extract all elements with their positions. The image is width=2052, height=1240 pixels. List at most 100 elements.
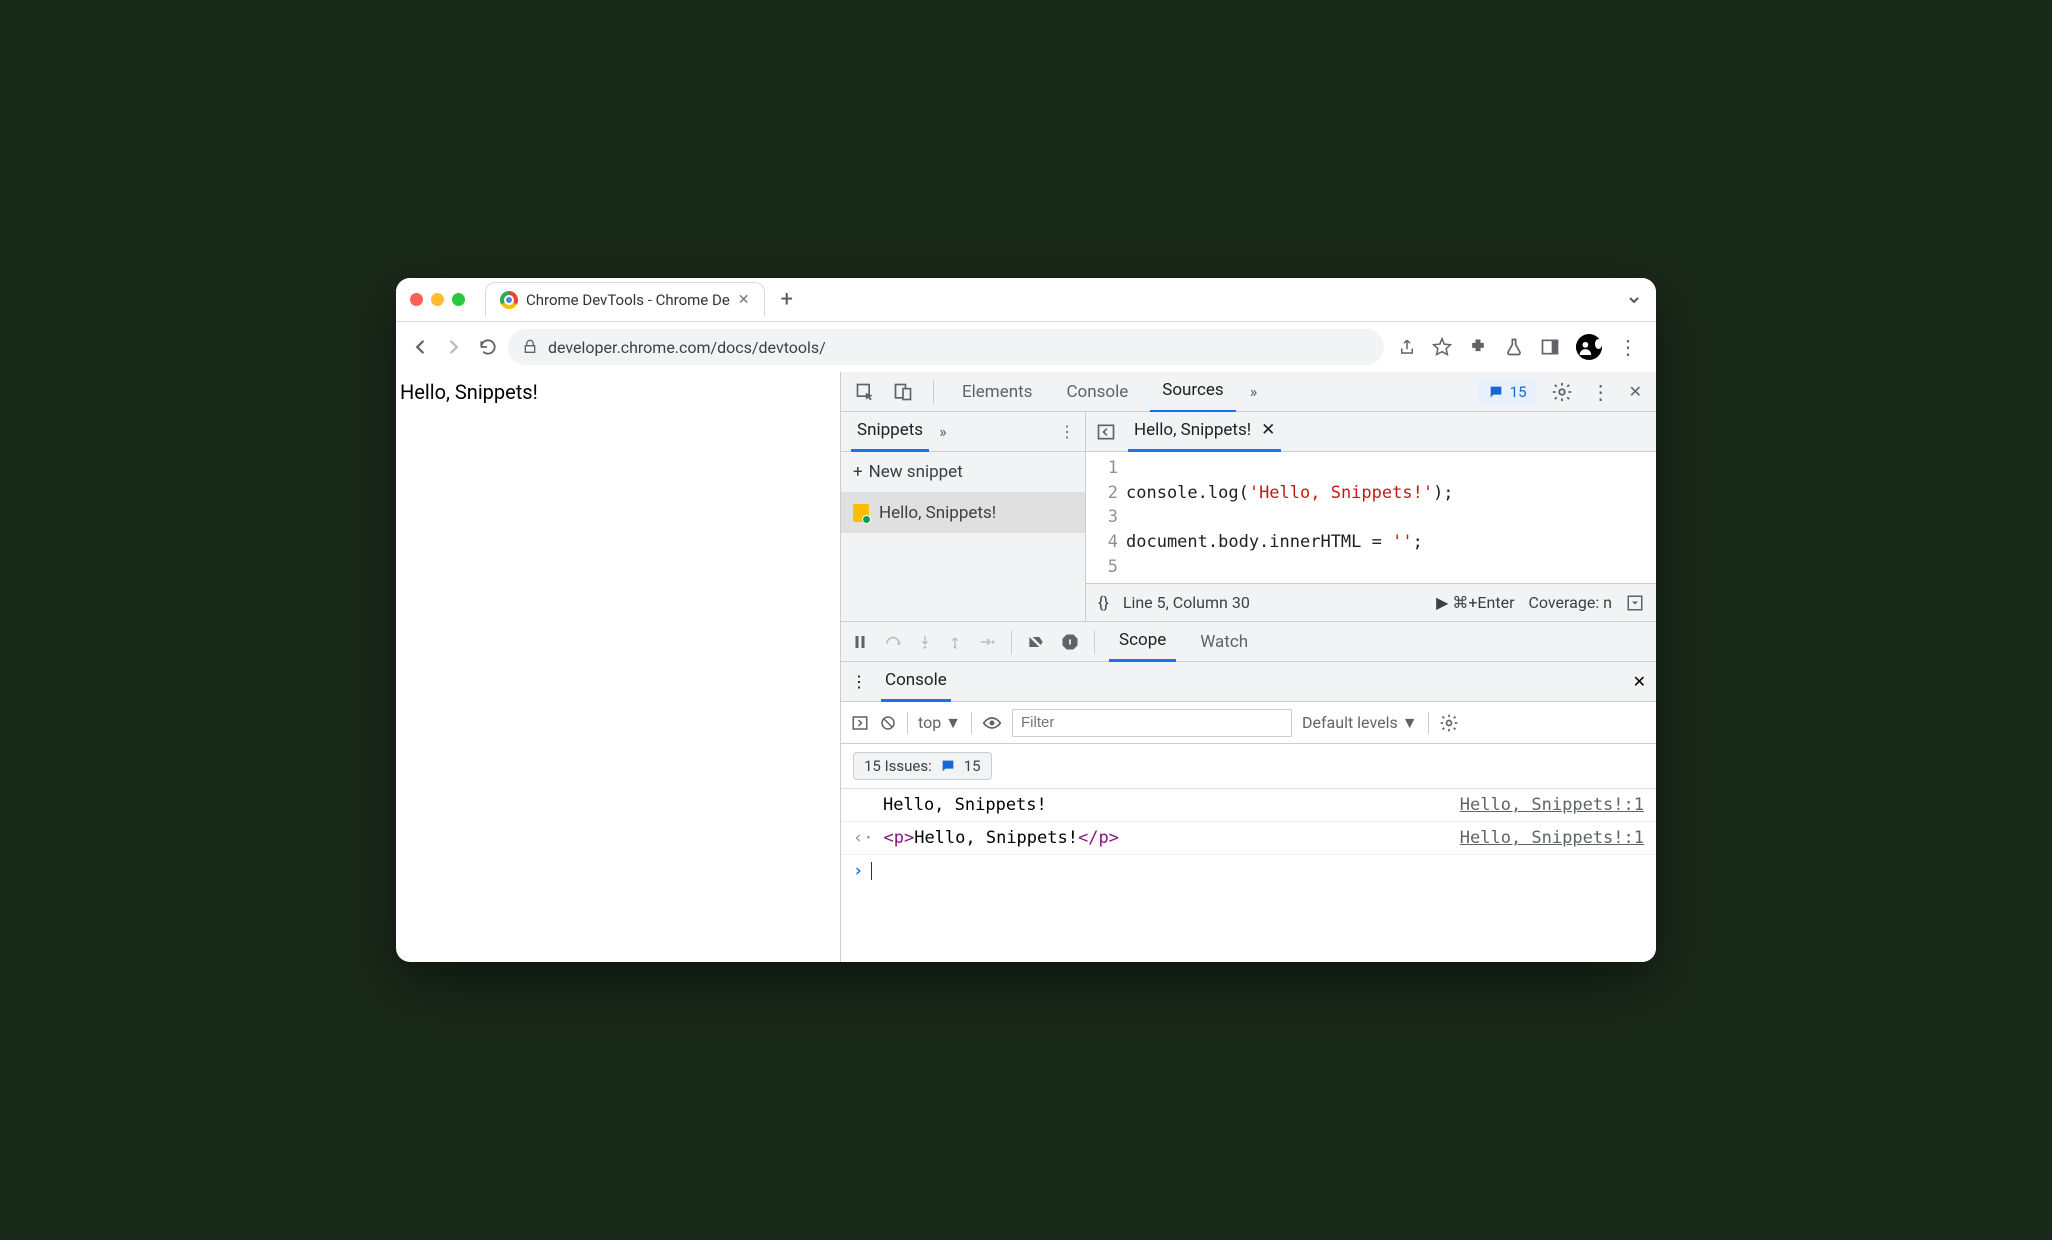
close-window-button[interactable] (410, 293, 423, 306)
return-arrow-icon: ‹· (853, 828, 873, 848)
share-icon[interactable] (1398, 338, 1416, 356)
titlebar: Chrome DevTools - Chrome De ✕ + (396, 278, 1656, 322)
editor-tabs: Hello, Snippets! ✕ (1086, 412, 1656, 452)
extensions-icon[interactable] (1468, 337, 1488, 357)
page-viewport: Hello, Snippets! (396, 372, 841, 962)
console-row[interactable]: ‹· <p>Hello, Snippets!</p> Hello, Snippe… (841, 822, 1656, 855)
deactivate-breakpoints-icon[interactable] (1026, 632, 1046, 652)
tab-title: Chrome DevTools - Chrome De (526, 291, 730, 309)
reload-button[interactable] (474, 333, 502, 361)
more-tabs-icon[interactable]: » (1246, 382, 1262, 401)
close-drawer-icon[interactable]: ✕ (1633, 672, 1646, 691)
url-text: developer.chrome.com/docs/devtools/ (548, 338, 826, 357)
console-sidebar-toggle-icon[interactable] (851, 714, 869, 732)
lock-icon (522, 339, 538, 355)
maximize-window-button[interactable] (452, 293, 465, 306)
step-over-icon[interactable] (883, 633, 903, 651)
prompt-chevron-icon: › (853, 861, 863, 881)
forward-button[interactable] (440, 333, 468, 361)
star-icon[interactable] (1432, 337, 1452, 357)
close-tab-icon[interactable]: ✕ (738, 292, 750, 308)
tab-elements[interactable]: Elements (950, 372, 1044, 412)
pause-on-exceptions-icon[interactable] (1060, 632, 1080, 652)
snippet-file-icon (853, 504, 869, 522)
sources-sidebar: Snippets » + New snippet Hello, Snippets… (841, 412, 1086, 621)
tab-watch[interactable]: Watch (1190, 623, 1258, 661)
sidebar-menu-icon[interactable] (1059, 422, 1075, 441)
new-tab-button[interactable]: + (771, 287, 803, 312)
live-expression-icon[interactable] (982, 716, 1002, 730)
step-into-icon[interactable] (917, 633, 933, 651)
address-bar[interactable]: developer.chrome.com/docs/devtools/ (508, 329, 1384, 365)
dropdown-icon[interactable] (1626, 594, 1644, 612)
tab-console[interactable]: Console (1054, 372, 1140, 412)
filter-input[interactable] (1012, 709, 1292, 737)
inspect-icon[interactable] (851, 382, 879, 402)
log-levels-selector[interactable]: Default levels ▼ (1302, 713, 1418, 733)
device-toggle-icon[interactable] (889, 382, 917, 402)
debugger-toolbar: Scope Watch (841, 622, 1656, 662)
settings-icon[interactable] (1547, 381, 1577, 403)
traffic-lights (410, 293, 465, 306)
source-link[interactable]: Hello, Snippets!:1 (1460, 795, 1644, 815)
editor-file-tab[interactable]: Hello, Snippets! ✕ (1128, 411, 1281, 452)
back-button[interactable] (406, 333, 434, 361)
console-toolbar: top ▼ Default levels ▼ (841, 702, 1656, 744)
issues-chip[interactable]: 15 Issues: 15 (853, 752, 992, 780)
source-link[interactable]: Hello, Snippets!:1 (1460, 828, 1644, 848)
sidebar-more-icon[interactable]: » (939, 422, 947, 441)
profile-avatar-icon[interactable] (1576, 334, 1602, 360)
console-prompt[interactable]: › (841, 855, 1656, 887)
issues-badge[interactable]: 15 (1478, 379, 1537, 405)
minimize-window-button[interactable] (431, 293, 444, 306)
tab-sources[interactable]: Sources (1150, 370, 1235, 413)
console-drawer-tab[interactable]: Console (881, 661, 951, 702)
step-out-icon[interactable] (947, 633, 963, 651)
close-file-icon[interactable]: ✕ (1261, 420, 1275, 440)
console-settings-icon[interactable] (1439, 713, 1459, 733)
clear-console-icon[interactable] (879, 714, 897, 732)
sources-body: Snippets » + New snippet Hello, Snippets… (841, 412, 1656, 622)
console-output: Hello, Snippets! Hello, Snippets!:1 ‹· <… (841, 789, 1656, 887)
cursor-position: Line 5, Column 30 (1123, 593, 1250, 612)
content-area: Hello, Snippets! Elements Console Source… (396, 372, 1656, 962)
pretty-print-icon[interactable]: {} (1098, 593, 1109, 612)
toolbar: developer.chrome.com/docs/devtools/ (396, 322, 1656, 372)
new-snippet-button[interactable]: + New snippet (841, 452, 1085, 493)
code-lines: console.log('Hello, Snippets!'); documen… (1126, 456, 1656, 579)
console-header: Console ✕ (841, 662, 1656, 702)
plus-icon: + (853, 462, 863, 482)
context-selector[interactable]: top ▼ (918, 713, 961, 733)
code-editor: Hello, Snippets! ✕ 12345 console.log('He… (1086, 412, 1656, 621)
devtools-menu-icon[interactable] (1587, 380, 1615, 404)
tab-scope[interactable]: Scope (1109, 621, 1176, 662)
coverage-status[interactable]: Coverage: n (1528, 593, 1612, 612)
cursor (871, 862, 872, 880)
toolbar-actions (1390, 334, 1646, 360)
menu-icon[interactable] (1618, 335, 1638, 359)
chrome-icon (500, 291, 518, 309)
console-row[interactable]: Hello, Snippets! Hello, Snippets!:1 (841, 789, 1656, 822)
console-drawer: Console ✕ top ▼ Default levels ▼ (841, 662, 1656, 962)
tab-snippets[interactable]: Snippets (851, 411, 929, 452)
console-menu-icon[interactable] (851, 672, 867, 691)
run-snippet-button[interactable]: ▶ ⌘+Enter (1436, 593, 1514, 612)
toggle-navigator-icon[interactable] (1096, 422, 1116, 442)
sidebar-tabs: Snippets » (841, 412, 1085, 452)
side-panel-icon[interactable] (1540, 337, 1560, 357)
step-icon[interactable] (977, 633, 997, 651)
pause-icon[interactable] (851, 633, 869, 651)
issues-bar: 15 Issues: 15 (841, 744, 1656, 789)
browser-tab[interactable]: Chrome DevTools - Chrome De ✕ (485, 282, 765, 317)
close-devtools-icon[interactable]: ✕ (1625, 382, 1646, 401)
line-gutter: 12345 (1086, 456, 1126, 579)
editor-statusbar: {} Line 5, Column 30 ▶ ⌘+Enter Coverage:… (1086, 583, 1656, 621)
tabs-overflow-icon[interactable] (1626, 292, 1642, 308)
snippet-item[interactable]: Hello, Snippets! (841, 493, 1085, 533)
devtools-panel: Elements Console Sources » 15 ✕ Snippets (841, 372, 1656, 962)
devtools-tabs: Elements Console Sources » 15 ✕ (841, 372, 1656, 412)
labs-icon[interactable] (1504, 337, 1524, 357)
browser-window: Chrome DevTools - Chrome De ✕ + develope… (396, 278, 1656, 962)
code-area[interactable]: 12345 console.log('Hello, Snippets!'); d… (1086, 452, 1656, 583)
page-text: Hello, Snippets! (396, 380, 840, 404)
